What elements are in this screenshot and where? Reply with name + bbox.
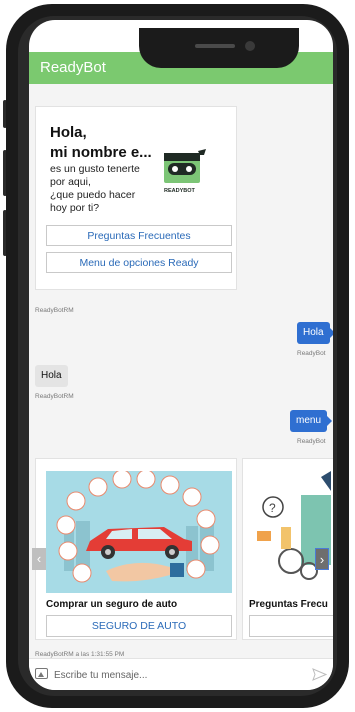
faq-button[interactable]: Preguntas Frecuentes bbox=[46, 225, 232, 246]
welcome-text-line: es un gusto tenerte bbox=[50, 163, 140, 175]
phone-screen: ReadyBot Hola, mi nombre e... es un gust… bbox=[29, 20, 333, 690]
message-sender: ReadyBotRM bbox=[35, 307, 74, 314]
send-icon[interactable] bbox=[312, 668, 327, 681]
camera-icon bbox=[245, 41, 255, 51]
carousel-card: Comprar un seguro de auto SEGURO DE AUTO bbox=[35, 458, 237, 640]
image-attach-icon[interactable] bbox=[35, 668, 48, 679]
speaker-grille bbox=[195, 44, 235, 48]
carousel-card-title: Preguntas Frecu bbox=[249, 599, 328, 610]
svg-text:?: ? bbox=[269, 501, 276, 515]
welcome-text-line: hoy por ti? bbox=[50, 202, 100, 214]
message-sender: ReadyBot bbox=[297, 438, 326, 445]
welcome-title-line1: Hola, bbox=[50, 124, 87, 141]
welcome-text: es un gusto tenerte por aqui, ¿que puedo… bbox=[50, 163, 160, 215]
message-input-bar bbox=[29, 658, 333, 690]
welcome-title: Hola, mi nombre e... bbox=[50, 123, 152, 163]
ready-menu-button[interactable]: Menu de opciones Ready bbox=[46, 252, 232, 273]
readybot-logo-text: READYBOT bbox=[164, 188, 196, 194]
phone-notch bbox=[139, 28, 299, 68]
welcome-card: Hola, mi nombre e... es un gusto tenerte… bbox=[35, 106, 237, 290]
faq-card-button[interactable] bbox=[249, 615, 333, 637]
welcome-title-line2: mi nombre e... bbox=[50, 144, 152, 161]
readybot-logo: READYBOT bbox=[164, 149, 206, 194]
faq-illustration: ? bbox=[251, 471, 333, 593]
chevron-right-icon[interactable]: › bbox=[315, 548, 329, 570]
welcome-text-line: por aqui, bbox=[50, 176, 91, 188]
message-sender: ReadyBotRM bbox=[35, 393, 74, 400]
chat-area[interactable]: Hola, mi nombre e... es un gusto tenerte… bbox=[29, 84, 333, 658]
car-insurance-button[interactable]: SEGURO DE AUTO bbox=[46, 615, 232, 637]
bot-message: Hola bbox=[35, 365, 68, 387]
header-title: ReadyBot bbox=[40, 59, 106, 76]
car-insurance-illustration bbox=[46, 471, 232, 593]
user-message: menu bbox=[290, 410, 333, 432]
message-sender: ReadyBot bbox=[297, 350, 326, 357]
chevron-left-icon[interactable]: ‹ bbox=[32, 548, 46, 570]
carousel-card-title: Comprar un seguro de auto bbox=[46, 599, 178, 610]
user-message: Hola bbox=[297, 322, 333, 344]
message-input[interactable] bbox=[54, 665, 302, 685]
welcome-text-line: ¿que puedo hacer bbox=[50, 189, 136, 201]
message-timestamp: ReadyBotRM a las 1:31:55 PM bbox=[35, 651, 125, 658]
